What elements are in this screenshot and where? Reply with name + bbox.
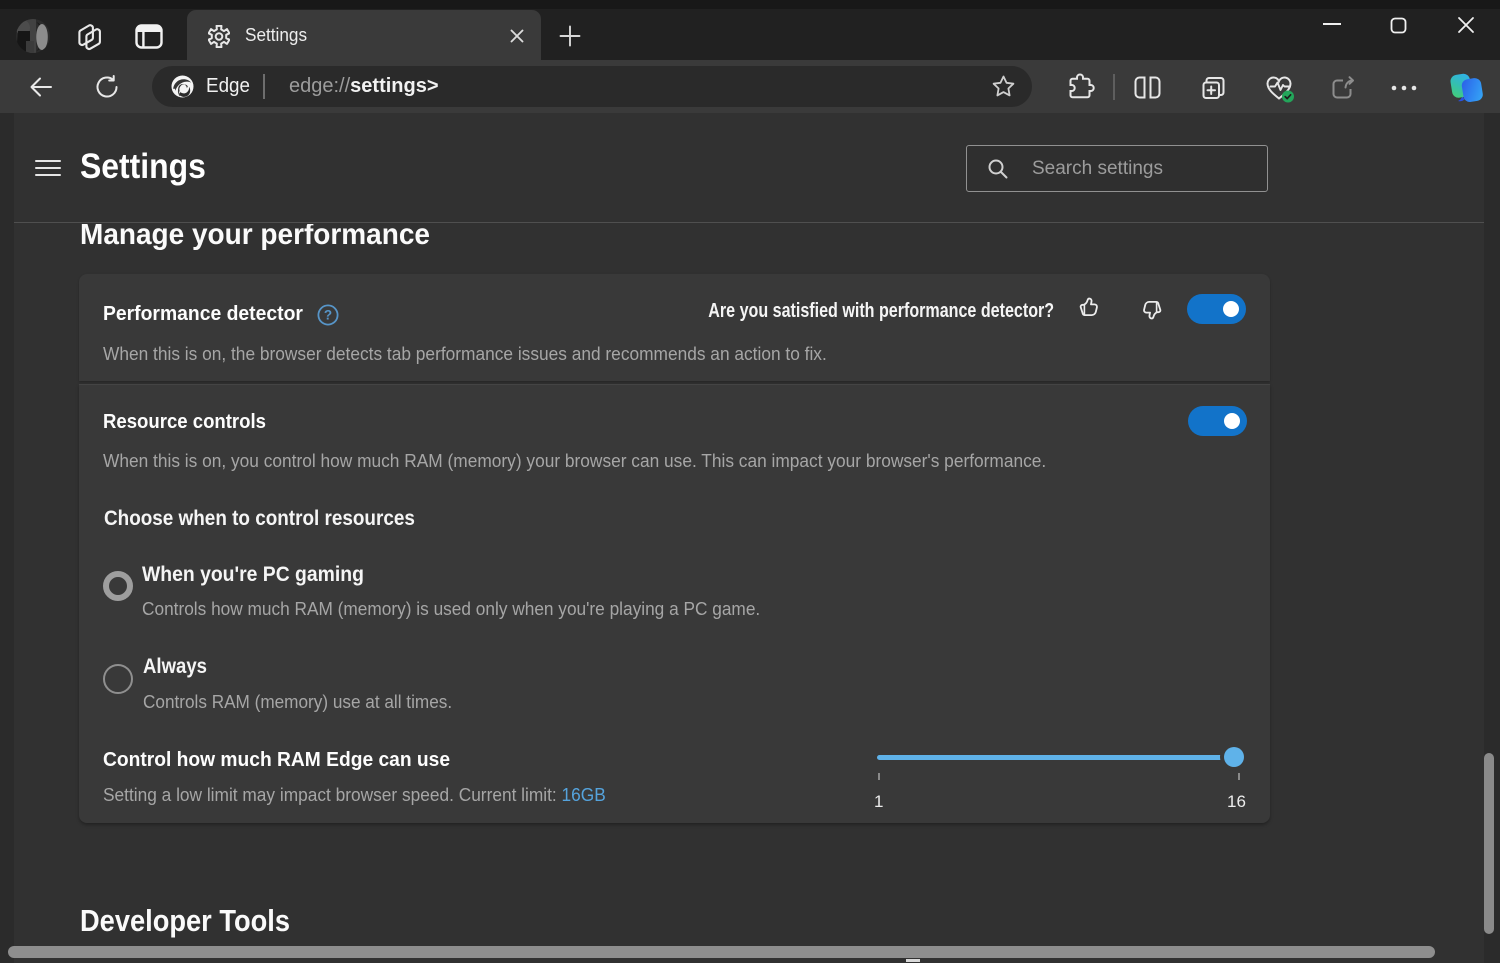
svg-text:?: ? — [324, 308, 332, 323]
